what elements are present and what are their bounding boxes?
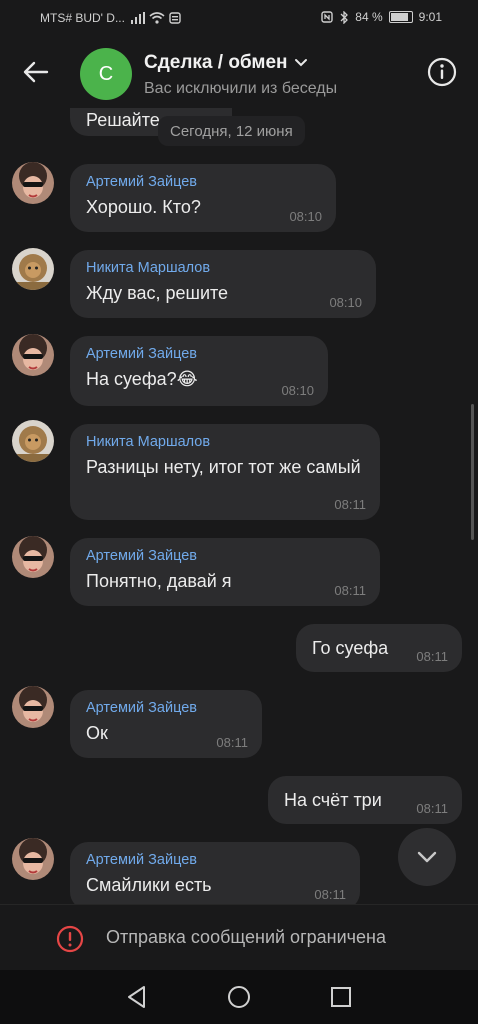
nav-recents-icon[interactable]: [328, 984, 354, 1010]
avatar-photo-icon: [12, 536, 54, 578]
chevron-down-icon: [294, 59, 307, 67]
message-text: Жду вас, решите: [86, 283, 229, 303]
message-text: Смайлики есть: [86, 875, 212, 895]
message-time: 08:10: [329, 295, 362, 310]
message-text: На суефа?😂: [86, 369, 198, 389]
message-time: 08:11: [334, 583, 366, 598]
avatar-nikita[interactable]: [12, 248, 54, 290]
messaging-restricted-bar: Отправка сообщений ограничена: [0, 904, 478, 971]
chat-avatar[interactable]: С: [80, 48, 132, 100]
nav-back-icon[interactable]: [124, 984, 150, 1010]
message-list[interactable]: Решайте Сегодня, 12 июня Артемий Зайцев …: [0, 108, 478, 904]
status-bar-right: 84 % 9:01: [321, 10, 442, 24]
scroll-to-bottom-button[interactable]: [398, 828, 456, 886]
signal-icon: [130, 12, 145, 24]
message-author[interactable]: Никита Маршалов: [86, 434, 364, 450]
carrier-label: MTS# BUD' D...: [40, 11, 125, 25]
system-nav-bar: [0, 970, 478, 1024]
outgoing-message-bubble[interactable]: На счёт три 08:11: [268, 776, 462, 824]
info-icon: [427, 57, 457, 87]
message-text: Понятно, давай я: [86, 571, 232, 591]
chat-avatar-letter: С: [98, 62, 114, 85]
message-text: Разницы нету, итог тот же самый: [86, 457, 361, 477]
status-bar-left: MTS# BUD' D...: [40, 11, 181, 25]
message-bubble[interactable]: Артемий Зайцев Ок 08:11: [70, 690, 262, 758]
message-bubble[interactable]: Никита Маршалов Разницы нету, итог тот ж…: [70, 424, 380, 520]
date-separator: Сегодня, 12 июня: [158, 116, 305, 146]
nav-home-icon[interactable]: [226, 984, 252, 1010]
partial-message-text: Решайте: [86, 110, 160, 130]
message-author[interactable]: Никита Маршалов: [86, 260, 360, 276]
message-bubble[interactable]: Артемий Зайцев Понятно, давай я 08:11: [70, 538, 380, 606]
restricted-text: Отправка сообщений ограничена: [106, 927, 386, 947]
back-button[interactable]: [18, 54, 54, 90]
avatar-photo-icon: [12, 248, 54, 290]
message-author[interactable]: Артемий Зайцев: [86, 852, 344, 868]
message-author[interactable]: Артемий Зайцев: [86, 346, 312, 362]
message-time: 08:11: [416, 801, 448, 816]
message-bubble[interactable]: Артемий Зайцев Смайлики есть 08:11: [70, 842, 360, 904]
message-text: Хорошо. Кто?: [86, 197, 201, 217]
message-time: 08:10: [281, 383, 314, 398]
chat-title-text: Сделка / обмен: [144, 52, 288, 73]
message-time: 08:10: [289, 209, 322, 224]
avatar-photo-icon: [12, 838, 54, 880]
avatar-artemiy[interactable]: [12, 536, 54, 578]
avatar-photo-icon: [12, 420, 54, 462]
message-time: 08:11: [334, 497, 366, 512]
message-time: 08:11: [416, 649, 448, 664]
wifi-icon: [149, 12, 165, 24]
battery-percent: 84 %: [355, 10, 383, 24]
battery-icon: [388, 11, 413, 23]
notification-icon: [169, 12, 181, 24]
message-time: 08:11: [314, 887, 346, 902]
scrollbar[interactable]: [471, 404, 474, 540]
back-arrow-icon: [23, 61, 49, 83]
message-bubble[interactable]: Никита Маршалов Жду вас, решите 08:10: [70, 250, 376, 318]
chat-title[interactable]: Сделка / обмен: [144, 52, 308, 74]
avatar-artemiy[interactable]: [12, 334, 54, 376]
message-author[interactable]: Артемий Зайцев: [86, 548, 364, 564]
message-author[interactable]: Артемий Зайцев: [86, 174, 320, 190]
signal-icons: [130, 12, 181, 24]
info-button[interactable]: [424, 54, 460, 90]
status-bar: MTS# BUD' D... 84 % 9:01: [0, 0, 478, 36]
chevron-down-icon: [417, 851, 437, 863]
message-bubble[interactable]: Артемий Зайцев На суефа?😂 08:10: [70, 336, 328, 406]
bluetooth-icon: [340, 10, 349, 24]
message-author[interactable]: Артемий Зайцев: [86, 700, 246, 716]
message-time: 08:11: [216, 735, 248, 750]
warning-icon: [56, 925, 84, 953]
chat-subtitle: Вас исключили из беседы: [144, 80, 338, 97]
avatar-photo-icon: [12, 162, 54, 204]
nfc-icon: [321, 11, 333, 23]
outgoing-message-bubble[interactable]: Го суефа 08:11: [296, 624, 462, 672]
message-bubble[interactable]: Артемий Зайцев Хорошо. Кто? 08:10: [70, 164, 336, 232]
avatar-photo-icon: [12, 686, 54, 728]
avatar-artemiy[interactable]: [12, 686, 54, 728]
clock: 9:01: [418, 10, 442, 24]
chat-header: С Сделка / обмен Вас исключили из беседы: [0, 36, 478, 108]
avatar-artemiy[interactable]: [12, 162, 54, 204]
avatar-nikita[interactable]: [12, 420, 54, 462]
avatar-photo-icon: [12, 334, 54, 376]
avatar-artemiy[interactable]: [12, 838, 54, 880]
